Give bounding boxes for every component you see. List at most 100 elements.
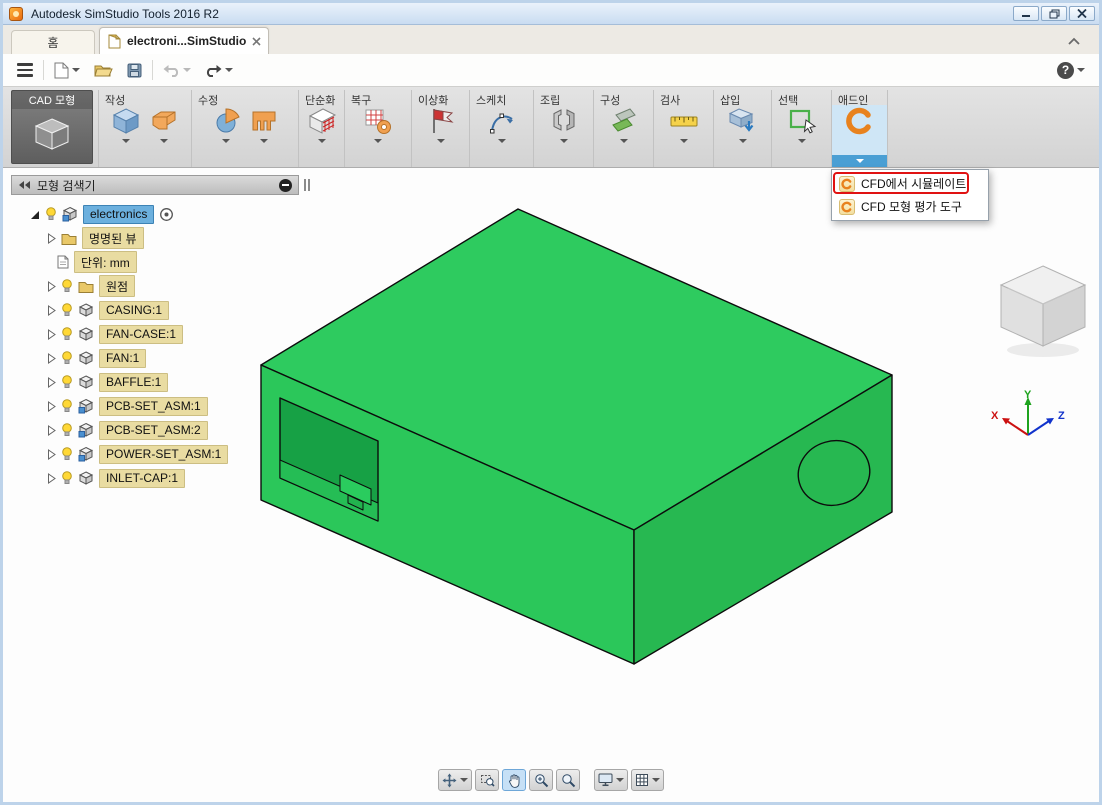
model-browser-header[interactable]: 모형 검색기 (11, 175, 299, 195)
visibility-bulb-icon[interactable] (61, 471, 73, 485)
dof-indicator-icon[interactable] (159, 207, 174, 222)
expand-arrow-icon[interactable] (47, 328, 56, 340)
tree-item-pcb-set-asm-2[interactable]: PCB-SET_ASM:2 (3, 418, 208, 442)
measure-button[interactable] (669, 106, 699, 143)
zoom-fit-button[interactable] (475, 769, 499, 791)
repair-button[interactable] (363, 106, 393, 143)
chevron-down-icon[interactable] (652, 778, 660, 782)
idealize-button[interactable] (426, 106, 456, 143)
insert-button[interactable] (728, 106, 758, 143)
chevron-down-icon[interactable] (122, 139, 130, 143)
chevron-down-icon[interactable] (616, 778, 624, 782)
zoom-window-button[interactable] (556, 769, 580, 791)
expand-arrow-icon[interactable] (47, 376, 56, 388)
tree-item-pcb-set-asm-1[interactable]: PCB-SET_ASM:1 (3, 394, 208, 418)
tree-item-electronics[interactable]: electronics (3, 202, 174, 226)
visibility-bulb-icon[interactable] (61, 423, 73, 437)
expand-open-icon[interactable] (29, 209, 40, 220)
expand-arrow-icon[interactable] (47, 400, 56, 412)
expand-arrow-icon[interactable] (47, 232, 56, 244)
tree-item-label[interactable]: 원점 (99, 275, 136, 297)
visibility-bulb-icon[interactable] (61, 375, 73, 389)
minimize-button[interactable] (1013, 6, 1039, 21)
visibility-bulb-icon[interactable] (61, 447, 73, 461)
help-button[interactable]: ? (1053, 59, 1089, 82)
restore-button[interactable] (1041, 6, 1067, 21)
menu-item-cfd-model-assessment[interactable]: CFD 모형 평가 도구 (834, 195, 986, 218)
tree-item-named-views[interactable]: 명명된 뷰 (3, 226, 144, 250)
chevron-down-icon[interactable] (72, 68, 80, 72)
tree-item-label[interactable]: 명명된 뷰 (82, 227, 144, 249)
zoom-button[interactable] (529, 769, 553, 791)
assemble-button[interactable] (549, 106, 579, 143)
tree-item-baffle[interactable]: BAFFLE:1 (3, 370, 169, 394)
tree-item-label[interactable]: POWER-SET_ASM:1 (99, 444, 229, 464)
create-box-button[interactable] (111, 106, 141, 143)
tree-item-label[interactable]: PCB-SET_ASM:2 (99, 420, 208, 440)
collapse-panel-icon[interactable] (18, 180, 31, 190)
construct-plane-button[interactable] (609, 106, 639, 143)
tree-item-label[interactable]: FAN-CASE:1 (99, 324, 184, 344)
chevron-down-icon[interactable] (160, 139, 168, 143)
visibility-bulb-icon[interactable] (45, 207, 57, 221)
ribbon-collapse-chevron-icon[interactable] (1067, 33, 1081, 51)
chevron-down-icon[interactable] (436, 139, 445, 143)
chevron-down-icon[interactable] (497, 139, 506, 143)
chevron-down-icon[interactable] (260, 139, 268, 143)
orbit-pan-button[interactable] (438, 769, 472, 791)
app-menu-button[interactable] (13, 60, 37, 80)
chevron-down-icon[interactable] (619, 139, 628, 143)
browser-grip[interactable] (303, 175, 311, 195)
chevron-down-icon[interactable] (460, 778, 468, 782)
tree-item-label[interactable]: INLET-CAP:1 (99, 468, 186, 488)
tree-item-origin[interactable]: 원점 (3, 274, 136, 298)
create-solid-button[interactable] (149, 106, 179, 143)
tab-close-icon[interactable] (252, 36, 261, 46)
expand-arrow-icon[interactable] (47, 280, 56, 292)
press-pull-button[interactable] (211, 106, 241, 143)
tree-item-casing[interactable]: CASING:1 (3, 298, 170, 322)
tree-item-power-set-asm[interactable]: POWER-SET_ASM:1 (3, 442, 229, 466)
save-button[interactable] (123, 60, 146, 81)
tree-item-label[interactable]: PCB-SET_ASM:1 (99, 396, 208, 416)
visibility-bulb-icon[interactable] (61, 351, 73, 365)
chevron-down-icon[interactable] (225, 68, 233, 72)
expand-arrow-icon[interactable] (47, 352, 56, 364)
tree-item-units[interactable]: 단위: mm (3, 250, 137, 274)
chevron-down-icon[interactable] (222, 139, 230, 143)
simplify-button[interactable] (307, 106, 337, 143)
tree-item-label[interactable]: FAN:1 (99, 348, 147, 368)
grid-button[interactable] (631, 769, 664, 791)
tab-document[interactable]: electroni...SimStudio (99, 27, 269, 54)
visibility-bulb-icon[interactable] (61, 279, 73, 293)
chevron-down-icon[interactable] (317, 139, 326, 143)
tree-item-fan-case[interactable]: FAN-CASE:1 (3, 322, 184, 346)
tree-item-label[interactable]: 단위: mm (74, 251, 137, 273)
viewcube[interactable] (988, 256, 1098, 366)
tree-item-label[interactable]: BAFFLE:1 (99, 372, 169, 392)
cad-model-panel[interactable]: CAD 모형 (11, 90, 93, 164)
chevron-down-icon[interactable] (797, 139, 806, 143)
display-style-button[interactable] (594, 769, 628, 791)
pan-hand-button[interactable] (502, 769, 526, 791)
chevron-down-icon[interactable] (738, 139, 747, 143)
redo-button[interactable] (201, 61, 237, 80)
cfd-addin-button[interactable] (845, 106, 875, 136)
new-document-button[interactable] (50, 59, 84, 82)
visibility-bulb-icon[interactable] (61, 399, 73, 413)
addin-open-indicator[interactable] (832, 155, 887, 167)
pattern-button[interactable] (249, 106, 279, 143)
select-button[interactable] (787, 106, 817, 143)
tree-item-inlet-cap[interactable]: INLET-CAP:1 (3, 466, 186, 490)
expand-arrow-icon[interactable] (47, 448, 56, 460)
tree-item-label[interactable]: electronics (83, 204, 155, 224)
chevron-down-icon[interactable] (1077, 68, 1085, 72)
sketch-button[interactable] (487, 106, 517, 143)
visibility-bulb-icon[interactable] (61, 303, 73, 317)
expand-arrow-icon[interactable] (47, 424, 56, 436)
chevron-down-icon[interactable] (559, 139, 568, 143)
expand-arrow-icon[interactable] (47, 472, 56, 484)
chevron-down-icon[interactable] (679, 139, 688, 143)
tab-home[interactable]: 홈 (11, 30, 95, 54)
expand-arrow-icon[interactable] (47, 304, 56, 316)
